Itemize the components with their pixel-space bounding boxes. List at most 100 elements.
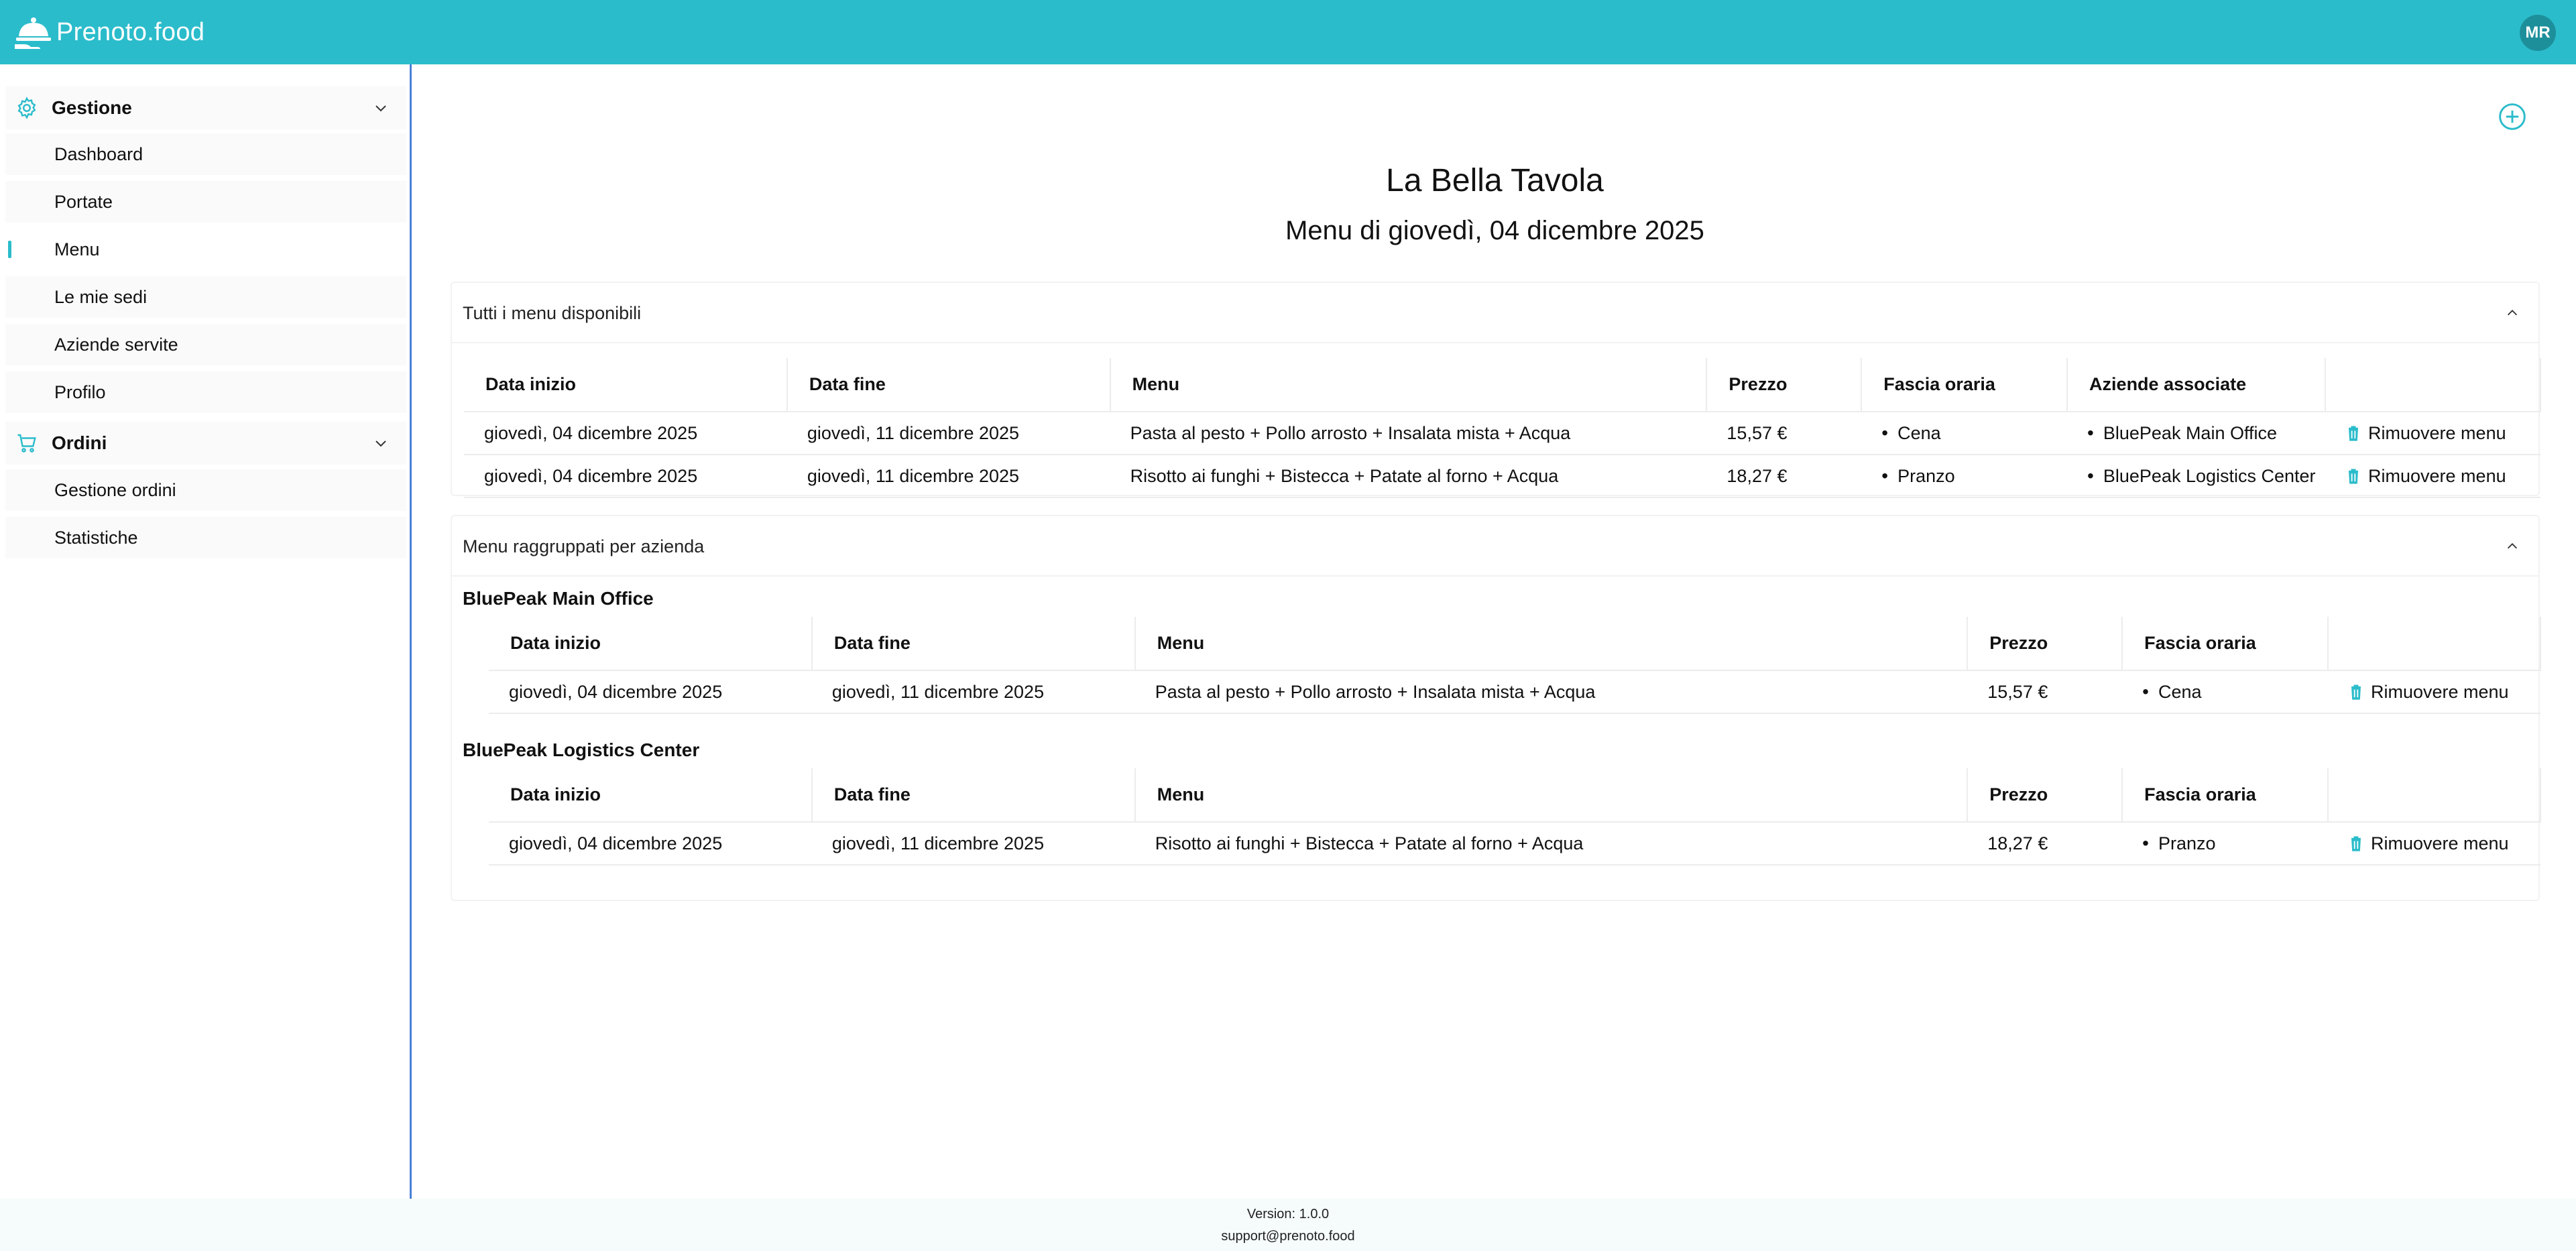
cell-slot: Pranzo — [2142, 833, 2215, 853]
cell-end-date: giovedì, 11 dicembre 2025 — [786, 455, 1110, 498]
sidebar-item-label: Statistiche — [54, 527, 138, 548]
all-menus-table: Data inizio Data fine Menu Prezzo Fascia… — [464, 358, 2541, 498]
table-header-row: Data inizio Data fine Menu Prezzo Fascia… — [489, 617, 2542, 671]
cell-start-date: giovedì, 04 dicembre 2025 — [489, 822, 812, 866]
sidebar-item-label: Gestione ordini — [54, 479, 176, 500]
cart-icon — [17, 434, 36, 453]
table-row: giovedì, 04 dicembre 2025 giovedì, 11 di… — [464, 412, 2540, 455]
cell-start-date: giovedì, 04 dicembre 2025 — [464, 455, 787, 498]
col-header: Data fine — [786, 358, 1111, 412]
cell-price: 15,57 € — [1967, 670, 2123, 714]
add-menu-icon[interactable] — [2498, 102, 2527, 131]
trash-icon — [2349, 836, 2363, 851]
grouped-menus-panel-header[interactable]: Menu raggruppati per azienda — [452, 516, 2538, 577]
cell-end-date: giovedì, 11 dicembre 2025 — [786, 412, 1110, 455]
col-header: Fascia oraria — [2122, 617, 2329, 671]
cell-menu: Risotto ai funghi + Bistecca + Patate al… — [1134, 822, 1968, 866]
user-avatar[interactable]: MR — [2520, 15, 2556, 51]
col-header: Aziende associate — [2067, 358, 2327, 412]
main-content: La Bella Tavola Menu di giovedì, 04 dice… — [414, 64, 2576, 1199]
chevron-down-icon — [375, 440, 386, 447]
company-menus-table: Data inizio Data fine Menu Prezzo Fascia… — [489, 617, 2542, 714]
brand-logo[interactable]: Prenoto.food — [11, 12, 204, 52]
table-row: giovedì, 04 dicembre 2025 giovedì, 11 di… — [489, 670, 2540, 714]
table-header-row: Data inizio Data fine Menu Prezzo Fascia… — [464, 358, 2541, 412]
cell-slot: Pranzo — [1881, 466, 1954, 486]
sidebar-item-le-mie-sedi[interactable]: Le mie sedi — [5, 276, 406, 318]
remove-menu-button[interactable]: Rimuovere menu — [2345, 423, 2540, 444]
cell-company: BluePeak Main Office — [2087, 423, 2277, 443]
support-email-link[interactable]: support@prenoto.food — [0, 1226, 2576, 1248]
sidebar-group-gestione[interactable]: Gestione — [5, 86, 406, 129]
active-indicator — [8, 241, 11, 258]
table-header-row: Data inizio Data fine Menu Prezzo Fascia… — [489, 768, 2542, 823]
sidebar-item-statistiche[interactable]: Statistiche — [5, 517, 406, 558]
trash-icon — [2349, 684, 2363, 700]
sidebar-item-dashboard[interactable]: Dashboard — [5, 133, 406, 175]
grouped-menus-panel: Menu raggruppati per azienda BluePeak Ma… — [451, 515, 2542, 901]
col-header — [2327, 768, 2542, 823]
trash-icon — [2347, 469, 2360, 484]
cell-menu: Pasta al pesto + Pollo arrosto + Insalat… — [1110, 412, 1707, 455]
chevron-up-icon — [2507, 310, 2518, 316]
col-header: Prezzo — [1967, 768, 2123, 823]
col-header: Fascia oraria — [1861, 358, 2068, 412]
sidebar-item-profilo[interactable]: Profilo — [5, 371, 406, 413]
cell-menu: Risotto ai funghi + Bistecca + Patate al… — [1110, 455, 1707, 498]
company-menus-table: Data inizio Data fine Menu Prezzo Fascia… — [489, 768, 2542, 866]
col-header — [2327, 617, 2542, 671]
cell-company: BluePeak Logistics Center — [2087, 466, 2315, 486]
cell-slot: Cena — [2142, 682, 2201, 702]
cell-menu: Pasta al pesto + Pollo arrosto + Insalat… — [1134, 670, 1968, 714]
company-name: BluePeak Main Office — [463, 588, 654, 609]
table-row: giovedì, 04 dicembre 2025 giovedì, 11 di… — [464, 455, 2540, 498]
version-text: Version: 1.0.0 — [1246, 1207, 1330, 1222]
col-header: Data fine — [811, 617, 1136, 671]
restaurant-name: La Bella Tavola — [1386, 163, 1604, 198]
trash-icon — [2347, 426, 2360, 441]
col-header: Data inizio — [489, 617, 813, 671]
panel-title: Menu raggruppati per azienda — [463, 536, 705, 556]
remove-menu-label: Rimuovere menu — [2368, 465, 2506, 486]
cell-start-date: giovedì, 04 dicembre 2025 — [464, 412, 787, 455]
sidebar-item-menu[interactable]: Menu — [5, 229, 406, 270]
top-bar: Prenoto.food MR — [0, 0, 2576, 64]
sidebar-item-aziende-servite[interactable]: Aziende servite — [5, 324, 406, 365]
sidebar-item-label: Portate — [54, 191, 113, 212]
all-menus-panel-header[interactable]: Tutti i menu disponibili — [452, 283, 2538, 343]
col-header: Menu — [1134, 768, 1969, 823]
col-header: Data inizio — [464, 358, 788, 412]
sidebar-item-label: Profilo — [54, 381, 106, 402]
menu-date-title: Menu di giovedì, 04 dicembre 2025 — [1285, 216, 1704, 245]
footer: Version: 1.0.0 support@prenoto.food — [0, 1199, 2576, 1251]
chevron-down-icon — [375, 105, 386, 112]
sidebar-item-label: Menu — [54, 239, 100, 259]
sidebar-item-label: Dashboard — [54, 143, 143, 164]
sidebar-item-label: Aziende servite — [54, 334, 178, 355]
col-header: Menu — [1134, 617, 1969, 671]
col-header: Prezzo — [1706, 358, 1863, 412]
col-header: Fascia oraria — [2122, 768, 2329, 823]
sidebar-group-ordini[interactable]: Ordini — [5, 422, 406, 465]
cloche-icon — [15, 17, 51, 49]
remove-menu-label: Rimuovere menu — [2368, 422, 2506, 443]
company-name: BluePeak Logistics Center — [463, 739, 700, 760]
cell-end-date: giovedì, 11 dicembre 2025 — [811, 670, 1135, 714]
cell-start-date: giovedì, 04 dicembre 2025 — [489, 670, 812, 714]
remove-menu-button[interactable]: Rimuovere menu — [2348, 833, 2540, 854]
cell-price: 18,27 € — [1967, 822, 2123, 866]
chevron-up-icon — [2507, 543, 2518, 549]
col-header: Prezzo — [1967, 617, 2123, 671]
remove-menu-label: Rimuovere menu — [2370, 833, 2509, 853]
sidebar-group-label: Ordini — [52, 432, 107, 453]
sidebar-item-gestione-ordini[interactable]: Gestione ordini — [5, 469, 406, 511]
cell-slot: Cena — [1881, 423, 1940, 443]
remove-menu-button[interactable]: Rimuovere menu — [2345, 466, 2540, 487]
remove-menu-button[interactable]: Rimuovere menu — [2348, 682, 2540, 703]
app-name: Prenoto.food — [56, 17, 205, 46]
sidebar-item-portate[interactable]: Portate — [5, 181, 406, 223]
cell-price: 18,27 € — [1706, 455, 1862, 498]
panel-title: Tutti i menu disponibili — [463, 303, 642, 323]
sidebar: Gestione Dashboard Portate Menu Le mie s… — [0, 64, 412, 1199]
sidebar-item-label: Le mie sedi — [54, 286, 148, 307]
